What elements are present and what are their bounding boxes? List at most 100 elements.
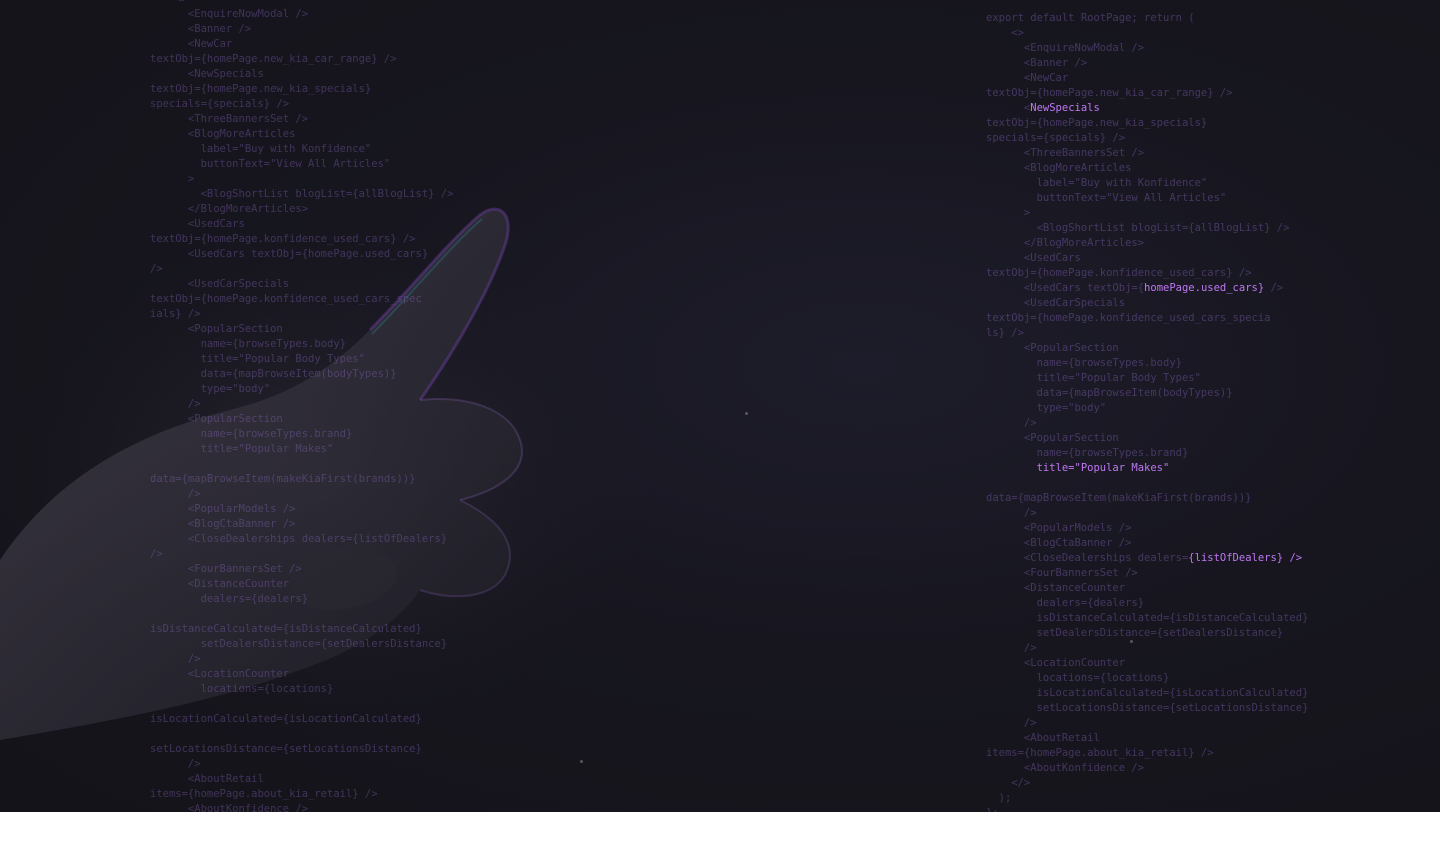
code-highlight: homePage.used_cars}: [1144, 282, 1265, 294]
code-line: isLocationCalculated={isLocationCalculat…: [986, 687, 1309, 699]
code-line: />: [150, 488, 201, 500]
code-line: <UsedCarSpecials: [986, 297, 1126, 309]
code-line: <PopularModels />: [150, 503, 296, 515]
code-line: </BlogMoreArticles>: [986, 237, 1145, 249]
code-line: <DistanceCounter: [986, 582, 1126, 594]
code-line: name={browseTypes.body}: [986, 357, 1182, 369]
code-line: <DistanceCounter: [150, 578, 290, 590]
code-line: setLocationsDistance={setLocationsDistan…: [150, 743, 422, 755]
code-line: />: [150, 398, 201, 410]
code-line: ls} />: [986, 327, 1024, 339]
code-line: >: [150, 173, 195, 185]
code-line: <ThreeBannersSet />: [150, 113, 309, 125]
code-line: <UsedCarSpecials: [150, 278, 290, 290]
code-line: items={homePage.about_kia_retail} />: [986, 747, 1214, 759]
code-line: type="body": [150, 383, 271, 395]
code-highlight: NewSpecials: [1030, 102, 1100, 114]
code-line: data={mapBrowseItem(bodyTypes)}: [986, 387, 1233, 399]
code-line: <UsedCars: [986, 252, 1081, 264]
code-line: />: [986, 642, 1037, 654]
code-line: textObj={homePage.new_kia_car_range} />: [150, 53, 397, 65]
code-line: <EnquireNowModal />: [986, 42, 1145, 54]
code-highlight: title="Popular Makes": [1036, 462, 1170, 474]
code-line: <UsedCars textObj={homePage.used_cars} /…: [986, 282, 1284, 294]
code-line: buttonText="View All Articles": [150, 158, 391, 170]
code-line: export default RootPage; return (: [986, 12, 1195, 24]
code-line: label="Buy with Konfidence": [150, 143, 372, 155]
code-line: <LocationCounter: [986, 657, 1126, 669]
code-line: <EnquireNowModal />: [150, 8, 309, 20]
code-line: />: [150, 263, 163, 275]
hero-background: <> <EnquireNowModal /> <Banner /> <NewCa…: [0, 0, 1440, 812]
code-line: name={browseTypes.brand}: [150, 428, 353, 440]
code-line: />: [986, 417, 1037, 429]
code-line: data={mapBrowseItem(makeKiaFirst(brands)…: [150, 473, 416, 485]
code-line: />: [986, 507, 1037, 519]
code-line: title="Popular Body Types": [150, 353, 365, 365]
code-line: <PopularSection: [150, 323, 283, 335]
code-line: setDealersDistance={setDealersDistance}: [986, 627, 1284, 639]
code-line: specials={specials} />: [150, 98, 290, 110]
code-line: <NewCar: [986, 72, 1069, 84]
code-line: setLocationsDistance={setLocationsDistan…: [986, 702, 1309, 714]
code-line: data={mapBrowseItem(makeKiaFirst(brands)…: [986, 492, 1252, 504]
sparkle-dot: [745, 412, 748, 415]
sparkle-dot: [580, 760, 583, 763]
code-line: name={browseTypes.body}: [150, 338, 346, 350]
code-line: <>: [986, 27, 1024, 39]
code-line: <BlogCtaBanner />: [150, 518, 296, 530]
code-line: <AboutKonfidence />: [986, 762, 1145, 774]
code-line: <UsedCars textObj={homePage.used_cars}: [150, 248, 429, 260]
code-line: title="Popular Body Types": [986, 372, 1201, 384]
code-line: setDealersDistance={setDealersDistance}: [150, 638, 448, 650]
code-line: <BlogCtaBanner />: [986, 537, 1132, 549]
code-line: locations={locations}: [150, 683, 334, 695]
code-line: <UsedCars: [150, 218, 245, 230]
code-line: <FourBannersSet />: [150, 563, 302, 575]
code-line: title="Popular Makes": [986, 461, 1286, 476]
code-line: textObj={homePage.new_kia_car_range} />: [986, 87, 1233, 99]
code-line: <>: [150, 0, 430, 7]
code-line: textObj={homePage.konfidence_used_cars_s…: [150, 293, 422, 305]
code-line: <PopularSection: [986, 432, 1119, 444]
code-line: name={browseTypes.brand}: [986, 447, 1189, 459]
code-line: dealers={dealers}: [150, 593, 309, 605]
code-line: type="body": [986, 402, 1107, 414]
code-line: />: [150, 758, 201, 770]
code-line: label="Buy with Konfidence": [986, 177, 1208, 189]
code-line: />: [150, 548, 163, 560]
code-line: textObj={homePage.konfidence_used_cars} …: [986, 267, 1252, 279]
code-line: isLocationCalculated={isLocationCalculat…: [150, 713, 422, 725]
code-line: <Banner />: [150, 23, 252, 35]
code-line: data={mapBrowseItem(bodyTypes)}: [150, 368, 397, 380]
code-line: isDistanceCalculated={isDistanceCalculat…: [986, 612, 1309, 624]
left-code-block: <> <EnquireNowModal /> <Banner /> <NewCa…: [150, 0, 453, 812]
code-line: <CloseDealerships dealers={listOfDealers…: [986, 552, 1303, 564]
code-line: isDistanceCalculated={isDistanceCalculat…: [150, 623, 422, 635]
code-line: buttonText="View All Articles": [986, 192, 1227, 204]
code-line: >: [986, 207, 1031, 219]
code-line: <PopularSection: [150, 413, 283, 425]
code-line: <LocationCounter: [150, 668, 290, 680]
code-line: <ThreeBannersSet />: [986, 147, 1145, 159]
code-line: <Banner />: [986, 57, 1088, 69]
code-line: textObj={homePage.new_kia_specials}: [986, 117, 1208, 129]
code-line: <BlogShortList blogList={allBlogList} />: [986, 222, 1290, 234]
code-line: items={homePage.about_kia_retail} />: [150, 788, 378, 800]
right-code-block: export default RootPage; return ( <> <En…: [986, 11, 1309, 812]
code-line: );: [986, 792, 1012, 804]
code-line: dealers={dealers}: [986, 597, 1145, 609]
code-line: title="Popular Makes": [150, 443, 334, 455]
code-line: <AboutRetail: [150, 773, 264, 785]
code-line: <AboutKonfidence />: [150, 803, 309, 812]
code-line: <NewSpecials: [150, 68, 264, 80]
code-line: <AboutRetail: [986, 732, 1100, 744]
code-line: textObj={homePage.new_kia_specials}: [150, 83, 372, 95]
code-line: textObj={homePage.konfidence_used_cars_s…: [986, 312, 1271, 324]
code-line: <CloseDealerships dealers={listOfDealers…: [150, 533, 448, 545]
